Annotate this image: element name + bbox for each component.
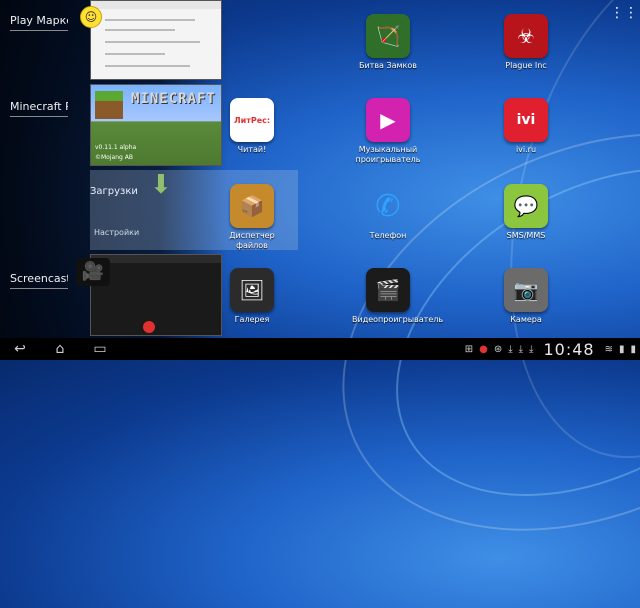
- home-icon[interactable]: ⌂: [40, 341, 80, 357]
- castle-battle-icon: 🏹: [366, 14, 410, 58]
- app-phone[interactable]: ✆ Телефон: [352, 184, 424, 241]
- video-player-icon: 🎬: [366, 268, 410, 312]
- thumbnail-toolbar: [91, 1, 221, 9]
- minecraft-logo-text: MINECRAFT: [131, 91, 216, 107]
- app-sms[interactable]: 💬 SMS/MMS: [490, 184, 562, 241]
- biohazard-icon: ☣: [504, 14, 548, 58]
- thumbnail-text-line: [105, 65, 190, 67]
- music-player-icon: ▶: [366, 98, 410, 142]
- thumbnail-text-line: [105, 41, 200, 43]
- wifi-icon: ≋: [604, 343, 613, 355]
- recent-app-label-play-market[interactable]: Play Марке: [10, 14, 68, 31]
- all-apps-grid-icon[interactable]: ⋮⋮: [610, 6, 638, 20]
- download-icon: ⤓: [508, 343, 513, 355]
- recent-app-thumbnail-minecraft[interactable]: MINECRAFT v0.11.1 alpha ©Mojang AB: [90, 84, 222, 166]
- camera-icon: 📷: [504, 268, 548, 312]
- status-tray[interactable]: ⊞ ● ⊛ ⤓ ⤓ ⤓ 10:48 ≋ ▮ ▮: [465, 338, 636, 360]
- recent-app-thumbnail-play-market[interactable]: [90, 0, 222, 80]
- phone-icon: ✆: [375, 188, 401, 224]
- minecraft-version: v0.11.1 alpha: [95, 144, 137, 151]
- gallery-icon: 🖼: [230, 268, 274, 312]
- app-litres[interactable]: ЛитРес: Читай!: [216, 98, 288, 155]
- file-manager-icon: 📦: [230, 184, 274, 228]
- grass-block-icon: [95, 91, 123, 119]
- app-plague-inc[interactable]: ☣ Plague Inc: [490, 14, 562, 71]
- ivi-icon: ivi: [504, 98, 548, 142]
- sms-icon: 💬: [504, 184, 548, 228]
- downloads-title: Загрузки: [90, 186, 138, 197]
- minecraft-copyright: ©Mojang AB: [95, 154, 133, 161]
- video-camera-icon: 🎥: [76, 258, 110, 286]
- recent-app-label-screencast[interactable]: Screencast: [10, 272, 68, 289]
- thumbnail-text-line: [105, 19, 195, 21]
- back-icon[interactable]: ↩: [0, 341, 40, 357]
- signal-icon: ▮: [618, 343, 625, 355]
- thumbnail-text-line: [105, 53, 165, 55]
- app-music-player[interactable]: ▶ Музыкальный проигрыватель: [352, 98, 424, 165]
- download-arrow-icon: ⬇: [150, 170, 172, 200]
- app-castle-battle[interactable]: 🏹 Битва Замков: [352, 14, 424, 71]
- record-status-icon: ●: [479, 343, 488, 355]
- download-icon: ⤓: [529, 343, 534, 355]
- sync-icon: ⊛: [493, 343, 503, 355]
- app-ivi[interactable]: ivi ivi.ru: [490, 98, 562, 155]
- app-video-player[interactable]: 🎬 Видеопроигрыватель: [352, 268, 443, 325]
- add-icon: ⊞: [464, 343, 474, 355]
- download-icon: ⤓: [518, 343, 524, 355]
- app-camera[interactable]: 📷 Камера: [490, 268, 562, 325]
- clock: 10:48: [543, 339, 595, 359]
- thumbnail-toolbar: [91, 255, 221, 263]
- system-navigation-bar: ↩ ⌂ ▭ ⊞ ● ⊛ ⤓ ⤓ ⤓ 10:48 ≋ ▮ ▮: [0, 338, 640, 360]
- battery-icon: ▮: [630, 343, 636, 355]
- litres-icon: ЛитРес:: [230, 98, 274, 142]
- record-icon: [143, 321, 155, 333]
- thumbnail-text-line: [105, 29, 175, 31]
- app-gallery[interactable]: 🖼 Галерея: [216, 268, 288, 325]
- recent-app-label-minecraft[interactable]: Minecraft PE: [10, 100, 68, 117]
- smiley-icon: ☺: [80, 6, 102, 28]
- recent-apps-icon[interactable]: ▭: [80, 341, 120, 357]
- settings-label: Настройки: [94, 228, 140, 237]
- app-file-manager[interactable]: 📦 Диспетчер файлов: [216, 184, 288, 251]
